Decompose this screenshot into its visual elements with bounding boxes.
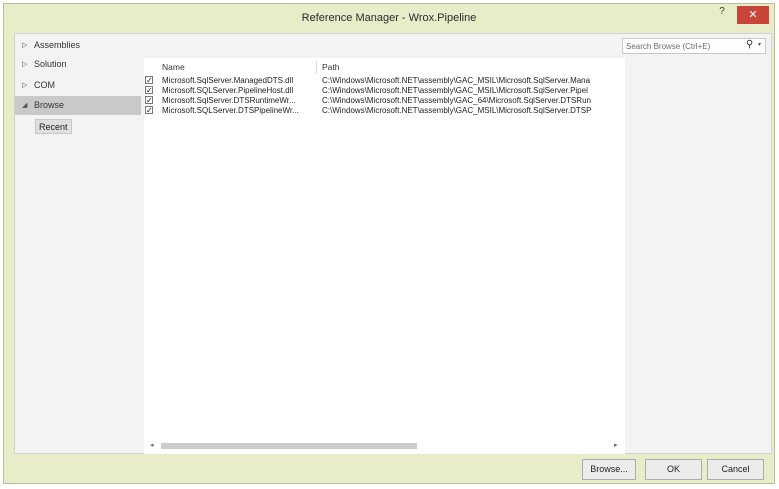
column-header-name[interactable]: Name	[162, 61, 185, 74]
window-title: Reference Manager - Wrox.Pipeline	[301, 12, 477, 24]
row-path: C:\Windows\Microsoft.NET\assembly\GAC_MS…	[322, 106, 592, 115]
row-path: C:\Windows\Microsoft.NET\assembly\GAC_MS…	[322, 76, 591, 85]
reference-manager-window: Reference Manager - Wrox.Pipeline ? ✕ ▷ …	[3, 3, 775, 484]
title-bar: Reference Manager - Wrox.Pipeline ? ✕	[4, 4, 774, 32]
row-checkbox[interactable]: ✓	[145, 76, 153, 85]
sidebar-item-label: Solution	[34, 59, 67, 69]
expanded-arrow-icon: ◢	[22, 102, 28, 109]
reference-list: Name Path ✓ Microsoft.SqlServer.ManagedD…	[144, 58, 625, 454]
collapsed-arrow-icon: ▷	[22, 42, 28, 49]
close-button[interactable]: ✕	[737, 6, 769, 24]
table-row[interactable]: ✓ Microsoft.SQLServer.PipelineHost.dll C…	[144, 86, 625, 96]
row-name: Microsoft.SqlServer.DTSRuntimeWr...	[162, 96, 296, 105]
row-name: Microsoft.SqlServer.ManagedDTS.dll	[162, 76, 294, 85]
scrollbar-thumb[interactable]	[161, 443, 417, 449]
row-path: C:\Windows\Microsoft.NET\assembly\GAC_64…	[322, 96, 591, 105]
column-header-path[interactable]: Path	[322, 61, 340, 74]
row-path: C:\Windows\Microsoft.NET\assembly\GAC_MS…	[322, 86, 588, 95]
search-box: ⚲ ▾	[622, 38, 766, 54]
browse-button[interactable]: Browse...	[582, 459, 636, 480]
row-checkbox[interactable]: ✓	[145, 86, 153, 95]
sidebar-item-com[interactable]: ▷ COM	[15, 76, 141, 95]
table-row[interactable]: ✓ Microsoft.SqlServer.DTSRuntimeWr... C:…	[144, 96, 625, 106]
collapsed-arrow-icon: ▷	[22, 82, 28, 89]
table-row[interactable]: ✓ Microsoft.SQLServer.DTSPipelineWr... C…	[144, 106, 625, 116]
dialog-content: ▷ Assemblies ▷ Solution ▷ COM ◢ Browse R…	[14, 33, 772, 454]
ok-button[interactable]: OK	[645, 459, 702, 480]
sidebar-item-label: Browse	[34, 100, 65, 110]
column-divider[interactable]	[316, 61, 317, 74]
sidebar-item-solution[interactable]: ▷ Solution	[15, 55, 141, 74]
scroll-left-icon[interactable]: ◂	[150, 441, 154, 449]
row-checkbox[interactable]: ✓	[145, 96, 153, 105]
row-checkbox[interactable]: ✓	[145, 106, 153, 115]
sidebar: ▷ Assemblies ▷ Solution ▷ COM ◢ Browse R…	[15, 34, 143, 453]
sidebar-item-browse[interactable]: ◢ Browse	[15, 96, 141, 115]
row-name: Microsoft.SQLServer.DTSPipelineWr...	[162, 106, 299, 115]
search-icon[interactable]: ⚲	[746, 39, 753, 50]
scroll-right-icon[interactable]: ▸	[614, 441, 618, 449]
search-input[interactable]	[626, 40, 741, 52]
row-name: Microsoft.SQLServer.PipelineHost.dll	[162, 86, 294, 95]
sidebar-item-label: COM	[34, 80, 55, 90]
collapsed-arrow-icon: ▷	[22, 61, 28, 68]
horizontal-scrollbar[interactable]: ◂ ▸	[144, 440, 625, 452]
cancel-button[interactable]: Cancel	[707, 459, 764, 480]
sidebar-item-label: Assemblies	[34, 40, 81, 50]
sidebar-item-assemblies[interactable]: ▷ Assemblies	[15, 36, 141, 55]
recent-item[interactable]: Recent	[35, 119, 72, 134]
help-button[interactable]: ?	[710, 6, 734, 24]
chevron-down-icon[interactable]: ▾	[758, 41, 761, 48]
table-row[interactable]: ✓ Microsoft.SqlServer.ManagedDTS.dll C:\…	[144, 76, 625, 86]
